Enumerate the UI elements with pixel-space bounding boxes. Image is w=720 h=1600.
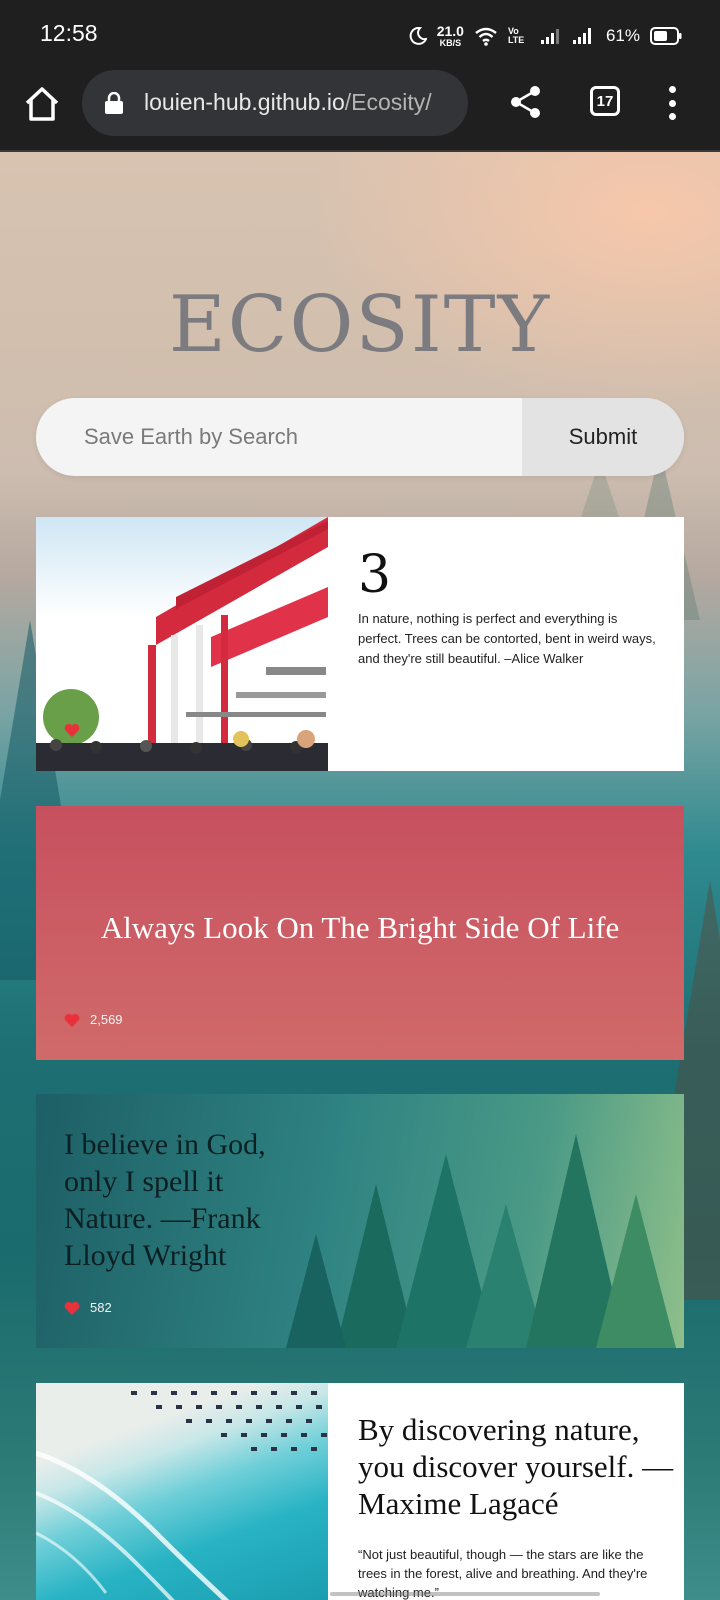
battery-icon — [650, 27, 682, 45]
search-form: Submit — [36, 398, 684, 476]
status-bar: 12:58 21.0 KB/S Vo LTE 61% — [0, 0, 720, 70]
card-title: I believe in God, only I spell it Nature… — [64, 1128, 266, 1272]
like-count: 2,569 — [90, 1012, 123, 1027]
menu-dot-icon — [668, 99, 676, 107]
beach-illustration — [36, 1391, 327, 1600]
like-counter[interactable]: 582 — [64, 1300, 112, 1315]
signal-2-icon — [572, 28, 591, 44]
card-title: By discovering nature, you discover your… — [358, 1412, 674, 1521]
network-speed: 21.0 KB/S — [436, 22, 464, 48]
do-not-disturb-moon-icon — [409, 27, 427, 45]
lock-icon — [105, 92, 123, 114]
status-time: 12:58 — [40, 20, 98, 46]
wifi-icon — [475, 27, 497, 46]
heart-icon — [64, 1301, 80, 1315]
beach-image — [36, 1383, 328, 1600]
signal-1-icon — [540, 29, 559, 44]
quote-card[interactable]: Always Look On The Bright Side Of Life 2… — [36, 806, 684, 1060]
scroll-indicator — [330, 1592, 600, 1596]
card-quote: In nature, nothing is perfect and everyt… — [358, 611, 656, 666]
building-image — [36, 517, 328, 771]
page-content: ECOSITY Submit — [0, 152, 720, 1600]
tab-switcher-button[interactable]: 17 — [590, 86, 620, 116]
share-icon — [511, 86, 540, 118]
volte-indicator: Vo LTE — [507, 26, 525, 45]
like-count: 582 — [90, 1300, 112, 1315]
quote-card[interactable]: By discovering nature, you discover your… — [36, 1383, 684, 1600]
overflow-menu-button[interactable] — [664, 86, 680, 120]
card-title: Always Look On The Bright Side Of Life — [100, 910, 620, 945]
url-host: louien-hub.github.io — [144, 89, 345, 115]
url-bar[interactable]: louien-hub.github.io/Ecosity/ — [82, 70, 468, 136]
card-number: 3 — [358, 545, 392, 605]
heart-icon — [64, 723, 80, 737]
menu-dot-icon — [668, 86, 676, 93]
site-logo: ECOSITY — [168, 280, 552, 370]
battery-percentage: 61% — [605, 26, 640, 45]
home-icon — [25, 87, 59, 121]
quote-card[interactable]: 3 In nature, nothing is perfect and ever… — [36, 517, 684, 771]
quote-card[interactable]: I believe in God, only I spell it Nature… — [36, 1094, 684, 1348]
menu-dot-icon — [668, 113, 676, 120]
share-button[interactable] — [508, 84, 544, 120]
submit-button[interactable]: Submit — [522, 398, 684, 476]
url-text: louien-hub.github.io/Ecosity/ — [144, 89, 432, 116]
heart-icon — [64, 1013, 80, 1027]
home-button[interactable] — [22, 84, 62, 124]
url-path: /Ecosity/ — [344, 89, 432, 115]
status-icons: 21.0 KB/S Vo LTE 61% — [409, 22, 682, 50]
like-counter[interactable]: 2,569 — [64, 1012, 123, 1027]
search-input[interactable] — [36, 398, 524, 476]
browser-toolbar: louien-hub.github.io/Ecosity/ 17 — [0, 70, 720, 152]
